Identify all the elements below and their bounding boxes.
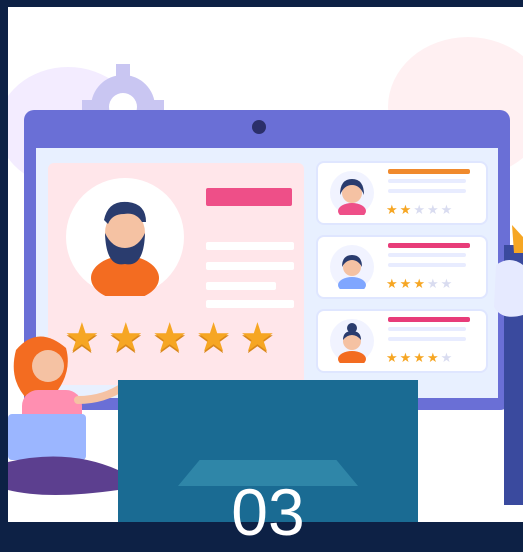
star-filled-icon: ★ (399, 276, 412, 291)
profile-text-line-2 (206, 262, 294, 270)
review-3-title-bar (388, 317, 470, 322)
section-number: 03 (231, 475, 305, 549)
review-1-stars: ★ ★ ★ ★ ★ (386, 203, 452, 216)
review-1-title-bar (388, 169, 470, 174)
star-filled-icon: ★ (399, 350, 412, 365)
review-card-1: ★ ★ ★ ★ ★ (318, 163, 486, 223)
avatar-bearded-man-icon (91, 201, 159, 300)
star-empty-icon: ★ (413, 202, 425, 217)
review-3-line-2 (388, 337, 466, 341)
review-3-stars: ★ ★ ★ ★ ★ (386, 351, 452, 364)
star-empty-icon: ★ (426, 202, 439, 217)
review-1-line-2 (388, 189, 466, 193)
review-3-line-1 (388, 327, 466, 331)
profile-text-line-3 (206, 282, 276, 290)
section-number-panel: 03 (118, 380, 418, 549)
rating-star-icon: ★ (195, 316, 232, 360)
profile-name-bar (206, 188, 292, 206)
profile-avatar (66, 178, 184, 300)
star-filled-icon: ★ (399, 202, 412, 217)
star-filled-icon: ★ (386, 276, 398, 291)
rating-star-icon: ★ (151, 316, 188, 360)
profile-text-line-1 (206, 242, 294, 250)
reviewer-avatar-1 (330, 171, 374, 219)
review-card-3: ★ ★ ★ ★ ★ (318, 311, 486, 371)
star-filled-icon: ★ (426, 350, 439, 365)
star-filled-icon: ★ (413, 350, 425, 365)
webcam-icon (252, 120, 266, 134)
star-filled-icon: ★ (386, 202, 398, 217)
review-card-2: ★ ★ ★ ★ ★ (318, 237, 486, 297)
person-with-laptop-illustration (8, 336, 128, 495)
person-right-illustration (494, 225, 523, 505)
reviewer-avatar-2 (330, 245, 374, 293)
star-empty-icon: ★ (440, 202, 453, 217)
star-empty-icon: ★ (440, 350, 453, 365)
star-filled-icon: ★ (413, 276, 425, 291)
reviewer-avatar-3 (330, 319, 374, 367)
star-filled-icon: ★ (386, 350, 398, 365)
review-2-line-2 (388, 263, 466, 267)
review-2-title-bar (388, 243, 470, 248)
review-1-line-1 (388, 179, 466, 183)
star-empty-icon: ★ (440, 276, 453, 291)
review-2-line-1 (388, 253, 466, 257)
star-empty-icon: ★ (426, 276, 439, 291)
profile-text-line-4 (206, 300, 294, 308)
rating-star-icon: ★ (239, 316, 276, 360)
review-2-stars: ★ ★ ★ ★ ★ (386, 277, 452, 290)
